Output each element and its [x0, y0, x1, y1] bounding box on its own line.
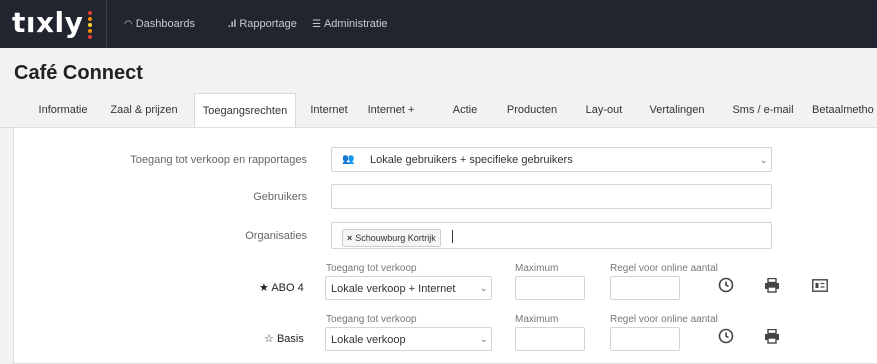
access-select-value: Lokale gebruikers + specifieke gebruiker… — [370, 154, 573, 166]
nav-dashboards-label: Dashboards — [135, 18, 196, 30]
tab-vertalingen[interactable]: Vertalingen — [642, 93, 712, 127]
clock-icon[interactable] — [718, 277, 734, 293]
nav-administratie[interactable]: ☰ Administratie — [312, 0, 388, 48]
tab-producten[interactable]: Producten — [500, 93, 564, 127]
price-row-label: Basis — [276, 333, 304, 345]
page-title: Café Connect — [14, 62, 143, 84]
access-label: Toegang tot verkoop en rapportages — [130, 154, 307, 166]
tab-bar: Informatie Zaal & prijzen Toegangsrechte… — [0, 93, 877, 129]
tixly-logo[interactable]: tıxly — [12, 6, 83, 39]
row-rule-input[interactable] — [610, 327, 680, 351]
tab-betaalmethodes[interactable]: Betaalmetho — [812, 93, 877, 127]
orgs-label: Organisaties — [245, 230, 307, 242]
row-access-select-value: Lokale verkoop + Internet — [331, 283, 456, 295]
row-rule-input[interactable] — [610, 276, 680, 300]
users-label: Gebruikers — [253, 191, 307, 203]
tab-toegangsrechten[interactable]: Toegangsrechten — [194, 93, 296, 129]
bar-chart-icon: .ıl — [228, 19, 237, 30]
chevron-down-icon: ⌄ — [480, 334, 488, 344]
row-max-label: Maximum — [515, 314, 559, 325]
nav-rapportage[interactable]: .ıl Rapportage — [228, 0, 297, 48]
price-row-name: ☆ Basis — [264, 332, 304, 345]
row-access-select-value: Lokale verkoop — [331, 334, 406, 346]
chevron-down-icon: ⌄ — [760, 155, 768, 165]
nav-administratie-label: Administratie — [323, 18, 388, 30]
org-tag-label: Schouwburg Kortrijk — [355, 233, 436, 243]
nav-divider — [106, 0, 107, 48]
row-access-select[interactable]: Lokale verkoop ⌄ — [325, 327, 492, 351]
star-half-icon[interactable]: ☆ — [264, 333, 274, 345]
print-icon[interactable] — [764, 278, 780, 293]
database-icon: ☰ — [312, 19, 321, 30]
remove-tag-icon[interactable]: × — [347, 233, 352, 243]
logo-dots-icon — [88, 11, 92, 41]
gauge-icon: ◠ — [124, 19, 133, 30]
row-max-input[interactable] — [515, 327, 585, 351]
tab-internet-plus[interactable]: Internet + — [358, 93, 424, 127]
price-row-name: ★ ABO 4 — [259, 281, 304, 294]
row-access-select[interactable]: Lokale verkoop + Internet ⌄ — [325, 276, 492, 300]
row-max-input[interactable] — [515, 276, 585, 300]
star-filled-icon[interactable]: ★ — [259, 282, 269, 294]
chevron-down-icon: ⌄ — [480, 283, 488, 293]
tab-sms-email[interactable]: Sms / e-mail — [728, 93, 798, 127]
users-icon: 👥 — [342, 154, 355, 165]
top-navbar: tıxly ◠ Dashboards .ıl Rapportage ☰ Adminis… — [0, 0, 877, 48]
row-access-label: Toegang tot verkoop — [326, 263, 417, 274]
print-icon[interactable] — [764, 329, 780, 344]
tab-lay-out[interactable]: Lay-out — [578, 93, 630, 127]
clock-icon[interactable] — [718, 328, 734, 344]
row-max-label: Maximum — [515, 263, 559, 274]
id-card-icon[interactable] — [812, 279, 828, 292]
users-input[interactable] — [331, 184, 772, 209]
org-tag: × Schouwburg Kortrijk — [342, 229, 441, 247]
nav-dashboards[interactable]: ◠ Dashboards — [124, 0, 195, 48]
text-cursor — [452, 230, 453, 243]
access-select[interactable]: 👥 Lokale gebruikers + specifieke gebruik… — [331, 147, 772, 172]
tab-informatie[interactable]: Informatie — [28, 93, 98, 127]
tab-zaal-prijzen[interactable]: Zaal & prijzen — [100, 93, 188, 127]
price-row-label: ABO 4 — [271, 282, 304, 294]
row-access-label: Toegang tot verkoop — [326, 314, 417, 325]
nav-rapportage-label: Rapportage — [239, 18, 297, 30]
tab-actie[interactable]: Actie — [446, 93, 484, 127]
row-rule-label: Regel voor online aantal — [610, 314, 718, 325]
tab-internet[interactable]: Internet — [304, 93, 354, 127]
row-rule-label: Regel voor online aantal — [610, 263, 718, 274]
